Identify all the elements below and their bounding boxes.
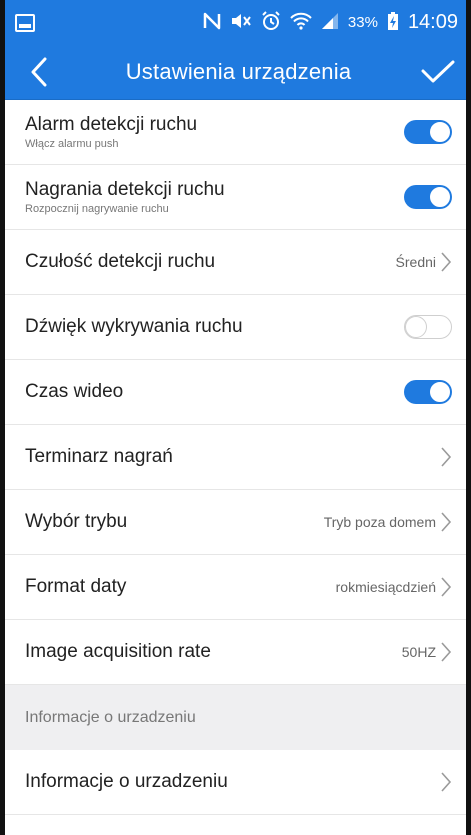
setting-title: Czułość detekcji ruchu <box>25 251 216 273</box>
setting-image-acquisition-rate[interactable]: Image acquisition rate 50HZ <box>5 620 466 685</box>
chevron-right-icon <box>441 447 452 467</box>
status-time: 14:09 <box>407 11 458 33</box>
battery-charging-icon <box>387 11 399 35</box>
setting-motion-sensitivity[interactable]: Czułość detekcji ruchu Średni <box>5 230 466 295</box>
motion-alarm-toggle[interactable] <box>404 120 452 144</box>
nfc-icon <box>203 12 221 34</box>
toggle-knob <box>429 186 451 208</box>
setting-title: Dźwięk wykrywania ruchu <box>25 316 243 338</box>
setting-title: Image acquisition rate <box>25 641 211 663</box>
alarm-icon <box>261 10 281 35</box>
setting-device-info[interactable]: Informacje o urzadzeniu <box>5 750 466 815</box>
notification-icon <box>15 13 35 32</box>
setting-value: Tryb poza domem <box>323 514 436 530</box>
back-arrow-icon[interactable] <box>19 52 59 92</box>
section-header-device-info: Informacje o urzadzeniu <box>5 685 466 750</box>
mute-icon <box>230 12 252 34</box>
setting-subtitle: Włącz alarmu push <box>25 138 119 151</box>
chevron-right-icon <box>441 252 452 272</box>
signal-icon <box>321 12 339 34</box>
page-title: Ustawienia urządzenia <box>125 59 352 84</box>
setting-recording-schedule[interactable]: Terminarz nagrań <box>5 425 466 490</box>
setting-value: rokmiesiącdzień <box>335 579 436 595</box>
setting-date-format[interactable]: Format daty rokmiesiącdzień <box>5 555 466 620</box>
chevron-right-icon <box>441 772 452 792</box>
toggle-knob <box>405 316 427 338</box>
setting-motion-recording[interactable]: Nagrania detekcji ruchu Rozpocznij nagry… <box>5 165 466 230</box>
setting-video-time[interactable]: Czas wideo <box>5 360 466 425</box>
setting-title: Alarm detekcji ruchu <box>25 113 198 135</box>
toggle-knob <box>429 121 451 143</box>
setting-title: Terminarz nagrań <box>25 446 173 468</box>
setting-value: Średni <box>395 254 436 270</box>
motion-recording-toggle[interactable] <box>404 185 452 209</box>
setting-mode-selection[interactable]: Wybór trybu Tryb poza domem <box>5 490 466 555</box>
setting-value: 50HZ <box>401 644 436 660</box>
setting-motion-sound[interactable]: Dźwięk wykrywania ruchu <box>5 295 466 360</box>
chevron-right-icon <box>441 512 452 532</box>
wifi-icon <box>290 12 312 34</box>
status-bar: 33% 14:09 <box>5 0 466 45</box>
chevron-right-icon <box>441 577 452 597</box>
motion-sound-toggle[interactable] <box>404 315 452 339</box>
setting-title: Wybór trybu <box>25 511 128 533</box>
setting-title: Informacje o urzadzeniu <box>25 771 228 793</box>
checkmark-icon[interactable] <box>418 52 458 92</box>
setting-title: Format daty <box>25 576 127 598</box>
device-settings-screen: 33% 14:09 Ustawienia urządzenia Alarm de… <box>5 0 466 835</box>
settings-list: Alarm detekcji ruchu Włącz alarmu push N… <box>5 100 466 815</box>
battery-percent: 33% <box>347 14 378 31</box>
setting-motion-alarm[interactable]: Alarm detekcji ruchu Włącz alarmu push <box>5 100 466 165</box>
toggle-knob <box>429 381 451 403</box>
video-time-toggle[interactable] <box>404 380 452 404</box>
app-bar: Ustawienia urządzenia <box>5 45 466 100</box>
chevron-right-icon <box>441 642 452 662</box>
setting-title: Czas wideo <box>25 381 124 403</box>
setting-subtitle: Rozpocznij nagrywanie ruchu <box>25 203 169 216</box>
setting-title: Nagrania detekcji ruchu <box>25 178 225 200</box>
